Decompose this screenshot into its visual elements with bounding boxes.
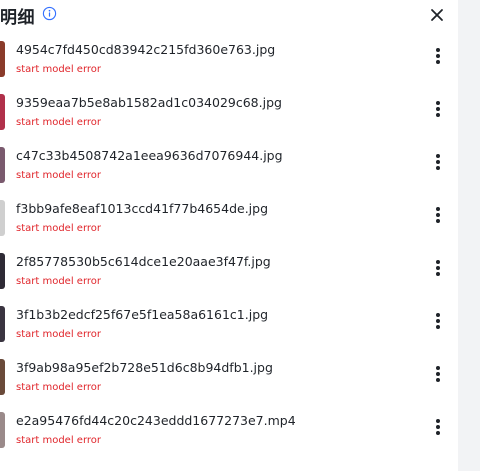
more-dot [436, 113, 440, 117]
file-list: 4954c7fd450cd83942c215fd360e763.jpg start… [0, 38, 458, 462]
more-dot [436, 431, 440, 435]
close-icon[interactable] [430, 8, 444, 22]
more-dot [436, 166, 440, 170]
file-thumbnail [0, 147, 5, 183]
file-status-error: start model error [16, 276, 101, 287]
file-thumbnail [0, 253, 5, 289]
page: 明细 4954c7fd450cd83942c215fd360e763.jpg st… [0, 0, 480, 471]
file-status-error: start model error [16, 117, 101, 128]
more-dot [436, 319, 440, 323]
panel-title: 明细 [0, 8, 35, 28]
detail-panel: 明细 4954c7fd450cd83942c215fd360e763.jpg st… [0, 0, 458, 471]
file-row[interactable]: 3f9ab98a95ef2b728e51d6c8b94dfb1.jpg start… [0, 356, 458, 409]
more-dot [436, 366, 440, 370]
file-name: 3f9ab98a95ef2b728e51d6c8b94dfb1.jpg [16, 360, 273, 375]
file-row[interactable]: e2a95476fd44c20c243eddd1677273e7.mp4 star… [0, 409, 458, 462]
more-dot [436, 213, 440, 217]
file-status-error: start model error [16, 382, 101, 393]
more-dot [436, 419, 440, 423]
more-vertical-icon[interactable] [430, 100, 446, 122]
more-dot [436, 207, 440, 211]
more-vertical-icon[interactable] [430, 312, 446, 334]
more-dot [436, 260, 440, 264]
more-dot [436, 313, 440, 317]
file-row[interactable]: 9359eaa7b5e8ab1582ad1c034029c68.jpg start… [0, 91, 458, 144]
more-vertical-icon[interactable] [430, 206, 446, 228]
more-vertical-icon[interactable] [430, 153, 446, 175]
file-thumbnail [0, 200, 5, 236]
file-thumbnail [0, 412, 5, 448]
more-dot [436, 378, 440, 382]
more-dot [436, 154, 440, 158]
more-dot [436, 325, 440, 329]
background-strip [458, 0, 480, 471]
file-name: e2a95476fd44c20c243eddd1677273e7.mp4 [16, 413, 296, 428]
more-vertical-icon[interactable] [430, 418, 446, 440]
file-status-error: start model error [16, 223, 101, 234]
file-name: 4954c7fd450cd83942c215fd360e763.jpg [16, 42, 276, 57]
file-status-error: start model error [16, 435, 101, 446]
more-vertical-icon[interactable] [430, 365, 446, 387]
info-circle-icon[interactable] [42, 6, 57, 21]
more-dot [436, 60, 440, 64]
more-dot [436, 372, 440, 376]
file-thumbnail [0, 359, 5, 395]
more-dot [436, 48, 440, 52]
more-dot [436, 54, 440, 58]
file-row[interactable]: 2f85778530b5c614dce1e20aae3f47f.jpg start… [0, 250, 458, 303]
file-status-error: start model error [16, 170, 101, 181]
more-dot [436, 219, 440, 223]
file-name: f3bb9afe8eaf1013ccd41f77b4654de.jpg [16, 201, 269, 216]
file-name: 9359eaa7b5e8ab1582ad1c034029c68.jpg [16, 95, 282, 110]
file-thumbnail [0, 41, 5, 77]
file-row[interactable]: f3bb9afe8eaf1013ccd41f77b4654de.jpg start… [0, 197, 458, 250]
file-thumbnail [0, 94, 5, 130]
more-vertical-icon[interactable] [430, 47, 446, 69]
file-status-error: start model error [16, 329, 101, 340]
file-thumbnail [0, 306, 5, 342]
panel-header: 明细 [0, 0, 458, 32]
more-dot [436, 107, 440, 111]
file-row[interactable]: 4954c7fd450cd83942c215fd360e763.jpg start… [0, 38, 458, 91]
file-status-error: start model error [16, 64, 101, 75]
file-row[interactable]: 3f1b3b2edcf25f67e5f1ea58a6161c1.jpg start… [0, 303, 458, 356]
more-dot [436, 272, 440, 276]
more-vertical-icon[interactable] [430, 259, 446, 281]
more-dot [436, 266, 440, 270]
file-name: c47c33b4508742a1eea9636d7076944.jpg [16, 148, 283, 163]
more-dot [436, 160, 440, 164]
file-row[interactable]: c47c33b4508742a1eea9636d7076944.jpg start… [0, 144, 458, 197]
more-dot [436, 425, 440, 429]
file-name: 2f85778530b5c614dce1e20aae3f47f.jpg [16, 254, 271, 269]
file-name: 3f1b3b2edcf25f67e5f1ea58a6161c1.jpg [16, 307, 269, 322]
more-dot [436, 101, 440, 105]
